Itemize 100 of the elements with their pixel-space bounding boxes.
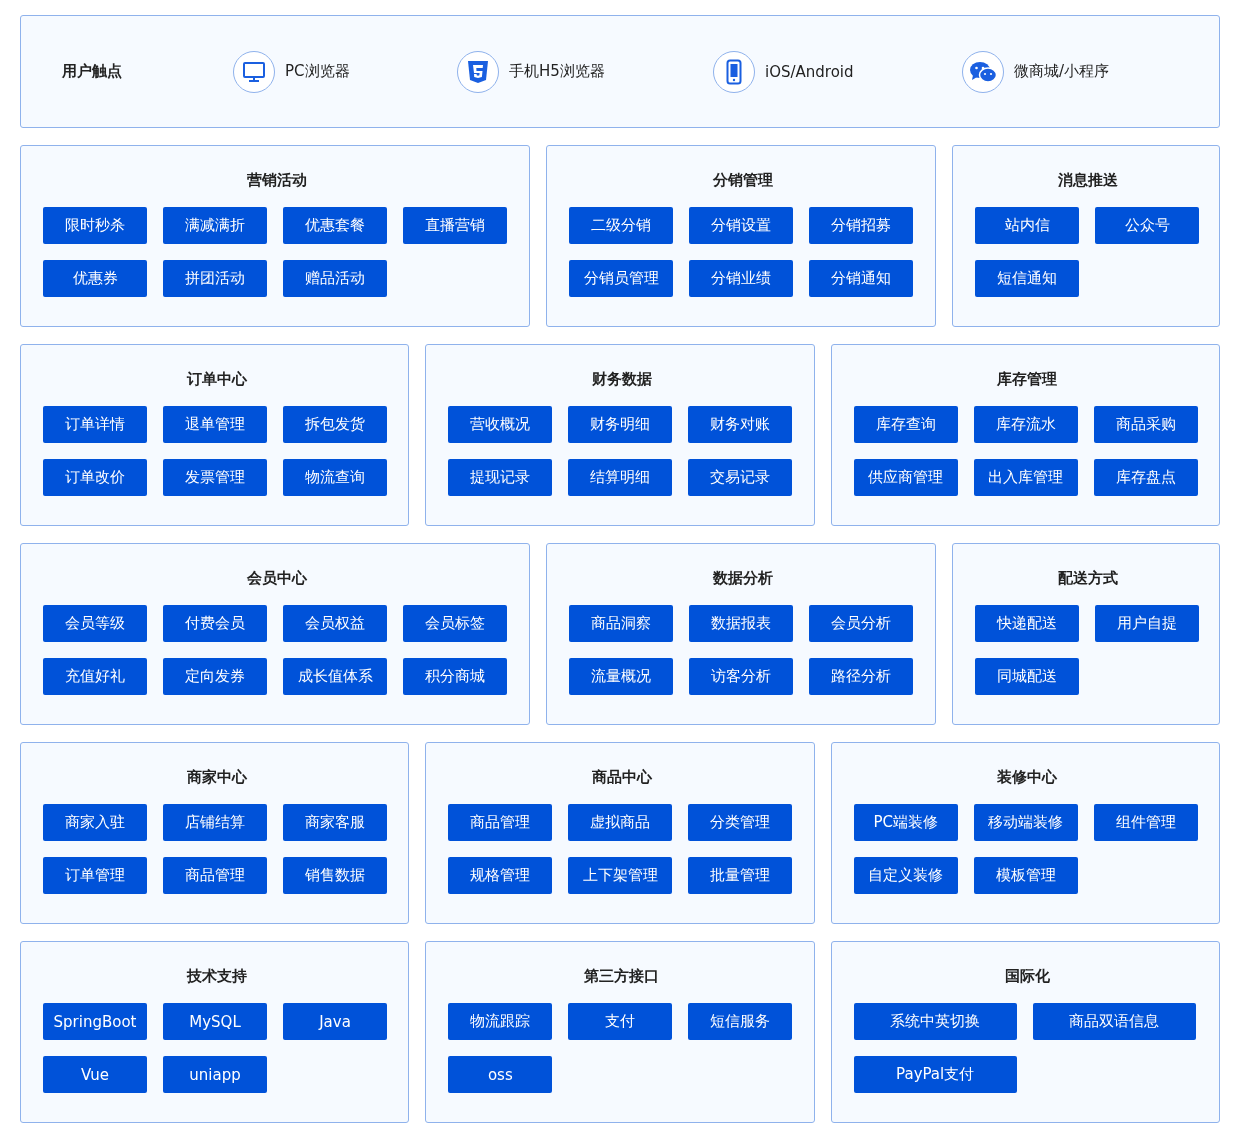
feature-button[interactable]: 会员标签	[403, 605, 507, 642]
feature-button[interactable]: 移动端装修	[973, 804, 1078, 841]
feature-button[interactable]: 物流查询	[283, 459, 387, 496]
touchpoint-label: 手机H5浏览器	[509, 62, 605, 81]
panel-title: 库存管理	[996, 369, 1059, 389]
feature-button[interactable]: 付费会员	[163, 605, 267, 642]
feature-button[interactable]: 满减满折	[163, 207, 267, 244]
feature-button[interactable]: 分销招募	[809, 207, 913, 244]
feature-button[interactable]: 快递配送	[974, 605, 1079, 642]
feature-button[interactable]: 优惠券	[43, 260, 147, 297]
panel-title: 消息推送	[1057, 170, 1119, 190]
feature-button[interactable]: 积分商城	[403, 658, 507, 695]
feature-button[interactable]: 营收概况	[448, 406, 553, 443]
feature-button[interactable]: 商品双语信息	[1032, 1003, 1196, 1040]
feature-button[interactable]: 赠品活动	[283, 260, 387, 297]
monitor-icon	[242, 59, 266, 84]
feature-button[interactable]: 库存查询	[853, 406, 958, 443]
feature-button[interactable]: 同城配送	[974, 658, 1079, 695]
feature-button[interactable]: 订单管理	[43, 857, 147, 894]
feature-button[interactable]: 优惠套餐	[283, 207, 387, 244]
panel-title: 商品中心	[591, 767, 653, 787]
feature-button[interactable]: 定向发券	[163, 658, 267, 695]
panel-title: 财务数据	[591, 369, 653, 389]
panel-title: 分销管理	[712, 170, 774, 190]
feature-button[interactable]: 成长值体系	[283, 658, 387, 695]
feature-button[interactable]: 系统中英切换	[853, 1003, 1017, 1040]
feature-button[interactable]: 财务明细	[568, 406, 673, 443]
feature-button[interactable]: 规格管理	[448, 857, 553, 894]
feature-button[interactable]: 结算明细	[568, 459, 673, 496]
feature-button[interactable]: 拆包发货	[283, 406, 387, 443]
feature-button[interactable]: 商品洞察	[569, 605, 674, 642]
feature-button[interactable]: 会员等级	[43, 605, 147, 642]
feature-button[interactable]: 访客分析	[689, 658, 794, 695]
panel-title: 会员中心	[246, 568, 309, 588]
feature-button[interactable]: 出入库管理	[973, 459, 1078, 496]
panel-title: 第三方接口	[583, 966, 661, 986]
feature-button[interactable]: 商家入驻	[43, 804, 147, 841]
feature-button[interactable]: 直播营销	[403, 207, 507, 244]
feature-button[interactable]: 拼团活动	[163, 260, 267, 297]
feature-button[interactable]: 退单管理	[163, 406, 267, 443]
feature-button[interactable]: Vue	[43, 1056, 147, 1093]
feature-button[interactable]: 订单详情	[43, 406, 147, 443]
touchpoint-label: iOS/Android	[765, 62, 854, 81]
feature-button[interactable]: 交易记录	[688, 459, 793, 496]
feature-button[interactable]: 限时秒杀	[43, 207, 147, 244]
feature-button[interactable]: uniapp	[163, 1056, 267, 1093]
feature-button[interactable]: 分销通知	[809, 260, 913, 297]
panel-title: 配送方式	[1056, 568, 1119, 588]
feature-button[interactable]: 分销设置	[689, 207, 793, 244]
feature-button[interactable]: 模板管理	[973, 857, 1078, 894]
feature-button[interactable]: 提现记录	[448, 459, 553, 496]
feature-button[interactable]: 上下架管理	[568, 857, 673, 894]
feature-button[interactable]: 二级分销	[569, 207, 673, 244]
feature-button[interactable]: PayPal支付	[853, 1056, 1017, 1093]
chat-bubbles-icon	[969, 59, 997, 84]
feature-button[interactable]: 站内信	[975, 207, 1079, 244]
touchpoint-label: 微商城/小程序	[1014, 62, 1110, 81]
feature-button[interactable]: PC端装修	[853, 804, 958, 841]
feature-button[interactable]: 路径分析	[809, 658, 914, 695]
feature-button[interactable]: 批量管理	[688, 857, 793, 894]
feature-button[interactable]: 自定义装修	[853, 857, 958, 894]
feature-button[interactable]: 销售数据	[283, 857, 387, 894]
feature-button[interactable]: 财务对账	[688, 406, 793, 443]
feature-button[interactable]: 充值好礼	[43, 658, 147, 695]
feature-button[interactable]: 商品管理	[448, 804, 553, 841]
feature-button[interactable]: 物流跟踪	[448, 1003, 553, 1040]
feature-button[interactable]: 用户自提	[1094, 605, 1199, 642]
panel-title: 数据分析	[712, 568, 775, 588]
touchpoint-label: PC浏览器	[285, 62, 350, 81]
panel-title: 国际化	[1003, 966, 1051, 986]
panel-title: 营销活动	[246, 170, 308, 190]
feature-button[interactable]: 店铺结算	[163, 804, 267, 841]
feature-button[interactable]: 支付	[568, 1003, 673, 1040]
feature-button[interactable]: 公众号	[1095, 207, 1199, 244]
feature-button[interactable]: 组件管理	[1093, 804, 1198, 841]
feature-button[interactable]: SpringBoot	[43, 1003, 147, 1040]
feature-button[interactable]: 商家客服	[283, 804, 387, 841]
feature-button[interactable]: 数据报表	[689, 605, 794, 642]
feature-button[interactable]: 订单改价	[43, 459, 147, 496]
feature-button[interactable]: 会员权益	[283, 605, 387, 642]
feature-button[interactable]: 分销业绩	[689, 260, 793, 297]
panel-title: 订单中心	[185, 369, 248, 389]
feature-button[interactable]: 短信服务	[688, 1003, 793, 1040]
feature-button[interactable]: 发票管理	[163, 459, 267, 496]
html5-shield-icon	[467, 59, 489, 84]
feature-button[interactable]: 虚拟商品	[568, 804, 673, 841]
feature-button[interactable]: 流量概况	[569, 658, 674, 695]
panel-title: 装修中心	[996, 767, 1059, 787]
feature-button[interactable]: Java	[283, 1003, 387, 1040]
feature-button[interactable]: 商品采购	[1093, 406, 1198, 443]
feature-button[interactable]: 会员分析	[809, 605, 914, 642]
feature-button[interactable]: oss	[448, 1056, 553, 1093]
feature-button[interactable]: MySQL	[163, 1003, 267, 1040]
feature-button[interactable]: 供应商管理	[853, 459, 958, 496]
feature-button[interactable]: 短信通知	[975, 260, 1079, 297]
feature-button[interactable]: 分类管理	[688, 804, 793, 841]
feature-button[interactable]: 分销员管理	[569, 260, 673, 297]
feature-button[interactable]: 商品管理	[163, 857, 267, 894]
feature-button[interactable]: 库存盘点	[1093, 459, 1198, 496]
feature-button[interactable]: 库存流水	[973, 406, 1078, 443]
